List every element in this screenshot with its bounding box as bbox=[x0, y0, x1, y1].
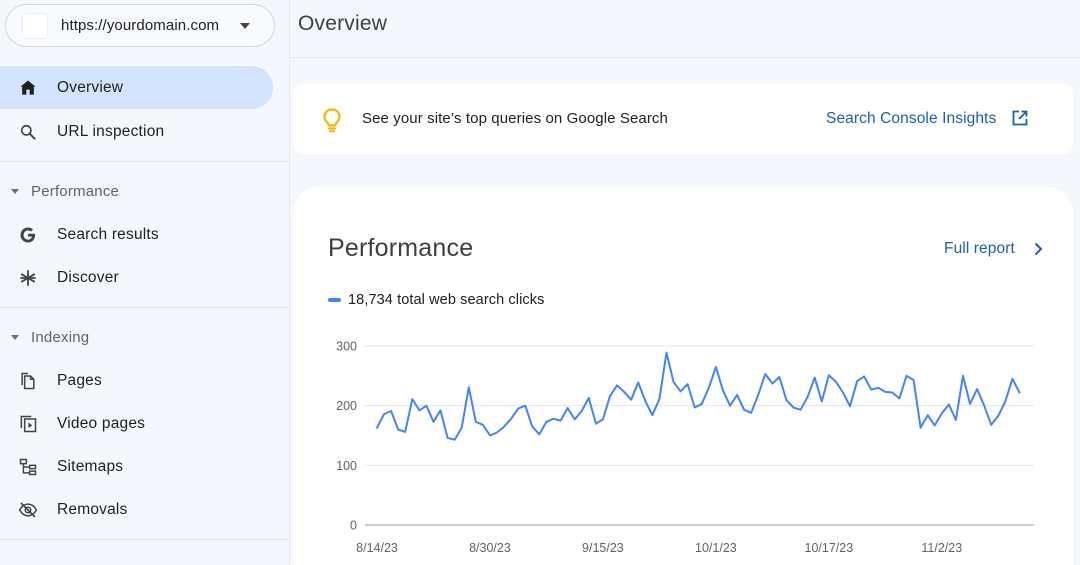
x-tick-label: 11/2/23 bbox=[921, 541, 962, 555]
y-tick-label: 300 bbox=[336, 340, 357, 354]
x-tick-label: 8/30/23 bbox=[469, 541, 511, 555]
x-tick-label: 10/1/23 bbox=[695, 541, 737, 555]
series-line-clicks bbox=[376, 351, 1021, 441]
x-tick-label: 9/15/23 bbox=[582, 541, 624, 555]
x-tick-label: 8/14/23 bbox=[356, 541, 398, 555]
y-tick-label: 100 bbox=[336, 459, 357, 473]
y-tick-label: 0 bbox=[350, 519, 357, 533]
y-tick-label: 200 bbox=[336, 399, 357, 413]
x-tick-label: 10/17/23 bbox=[805, 541, 854, 555]
performance-chart: 0 100 200 300 8/14/23 8/30/23 9/15/23 10/1/23 1… bbox=[336, 340, 1034, 555]
